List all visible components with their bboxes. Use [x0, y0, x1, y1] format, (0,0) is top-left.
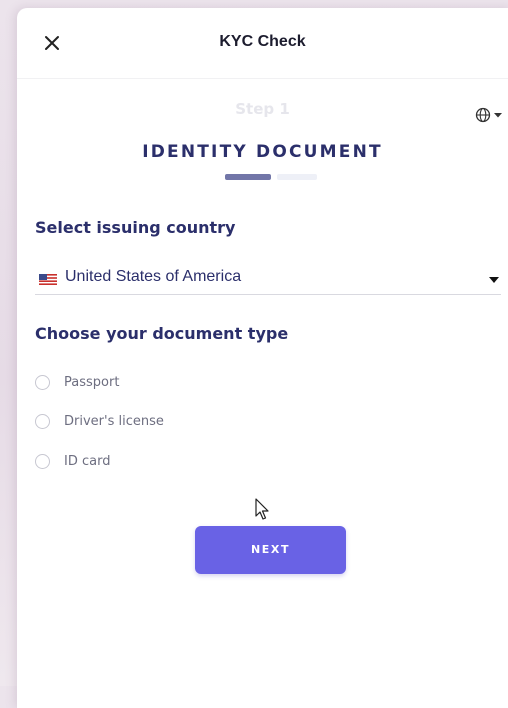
country-select[interactable]: United States of America	[35, 264, 501, 295]
us-flag-icon	[39, 274, 57, 285]
close-icon	[45, 36, 59, 50]
progress-segment-active	[225, 174, 271, 180]
country-section-title: Select issuing country	[35, 218, 236, 237]
modal-title: KYC Check	[219, 33, 306, 50]
next-button[interactable]: NEXT	[195, 526, 346, 574]
modal-header: KYC Check	[17, 8, 508, 79]
step-title: IDENTITY DOCUMENT	[142, 142, 383, 162]
radio-label: Passport	[64, 374, 120, 390]
mouse-pointer-icon	[255, 498, 269, 520]
radio-button[interactable]	[35, 453, 50, 469]
progress-segment-inactive	[277, 174, 317, 180]
step-progress-bar	[225, 174, 319, 180]
radio-label: Driver's license	[64, 413, 164, 429]
caret-down-icon	[489, 277, 499, 283]
kyc-modal: KYC Check Step 1 IDENTITY DOCUMENT Selec…	[17, 8, 508, 708]
radio-option-id-card[interactable]: ID card	[35, 451, 110, 471]
document-section-title: Choose your document type	[35, 324, 289, 343]
close-button[interactable]	[41, 32, 63, 54]
radio-option-passport[interactable]: Passport	[35, 372, 119, 392]
country-select-value: United States of America	[65, 268, 242, 285]
radio-button[interactable]	[35, 413, 50, 429]
radio-label: ID card	[64, 453, 111, 469]
radio-button[interactable]	[35, 374, 50, 390]
step-label: Step 1	[235, 100, 290, 118]
radio-option-drivers-license[interactable]: Driver's license	[35, 411, 164, 431]
